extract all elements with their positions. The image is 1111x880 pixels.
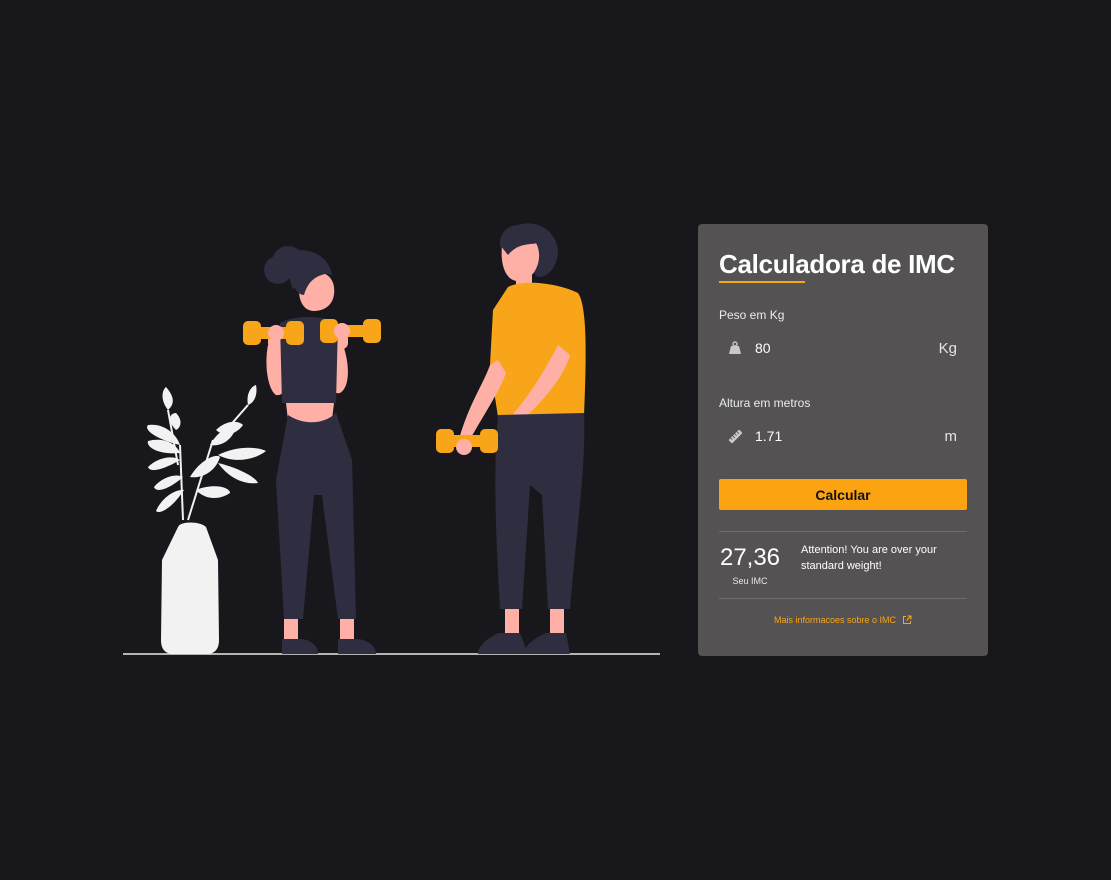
calculate-button[interactable]: Calcular	[719, 479, 967, 510]
height-input[interactable]	[755, 428, 945, 444]
weight-input[interactable]	[755, 340, 939, 356]
fitness-illustration	[123, 223, 660, 655]
woman-figure-icon	[243, 246, 381, 654]
plant-icon	[147, 385, 266, 521]
weight-unit: Kg	[938, 339, 957, 357]
bmi-value: 27,36	[719, 544, 781, 571]
weight-field[interactable]: Kg	[719, 331, 967, 365]
more-info-link[interactable]: Mais informacoes sobre o IMC	[719, 615, 967, 625]
title-underline	[719, 281, 805, 283]
height-unit: m	[944, 427, 958, 445]
page-title: Calculadora de IMC	[719, 249, 955, 279]
height-label: Altura em metros	[719, 396, 811, 410]
more-info-label: Mais informacoes sobre o IMC	[773, 615, 897, 625]
bmi-caption: Seu IMC	[732, 576, 768, 586]
weight-icon	[727, 340, 743, 356]
man-figure-icon	[436, 223, 586, 654]
dumbbell-icon	[320, 319, 381, 343]
bmi-result-value-group: 27,36 Seu IMC	[719, 532, 781, 586]
vase-icon	[161, 522, 219, 654]
external-link-icon	[903, 615, 912, 624]
bmi-calculator-card: Calculadora de IMC Peso em Kg Kg Altura …	[698, 224, 988, 656]
page: Calculadora de IMC Peso em Kg Kg Altura …	[0, 0, 1111, 880]
ruler-icon	[727, 428, 743, 444]
bmi-message: Attention! You are over your standard we…	[801, 544, 937, 572]
weight-label: Peso em Kg	[719, 308, 785, 322]
bmi-result: 27,36 Seu IMC Attention! You are over yo…	[719, 532, 967, 598]
height-field[interactable]: m	[719, 419, 967, 453]
divider	[719, 598, 967, 599]
